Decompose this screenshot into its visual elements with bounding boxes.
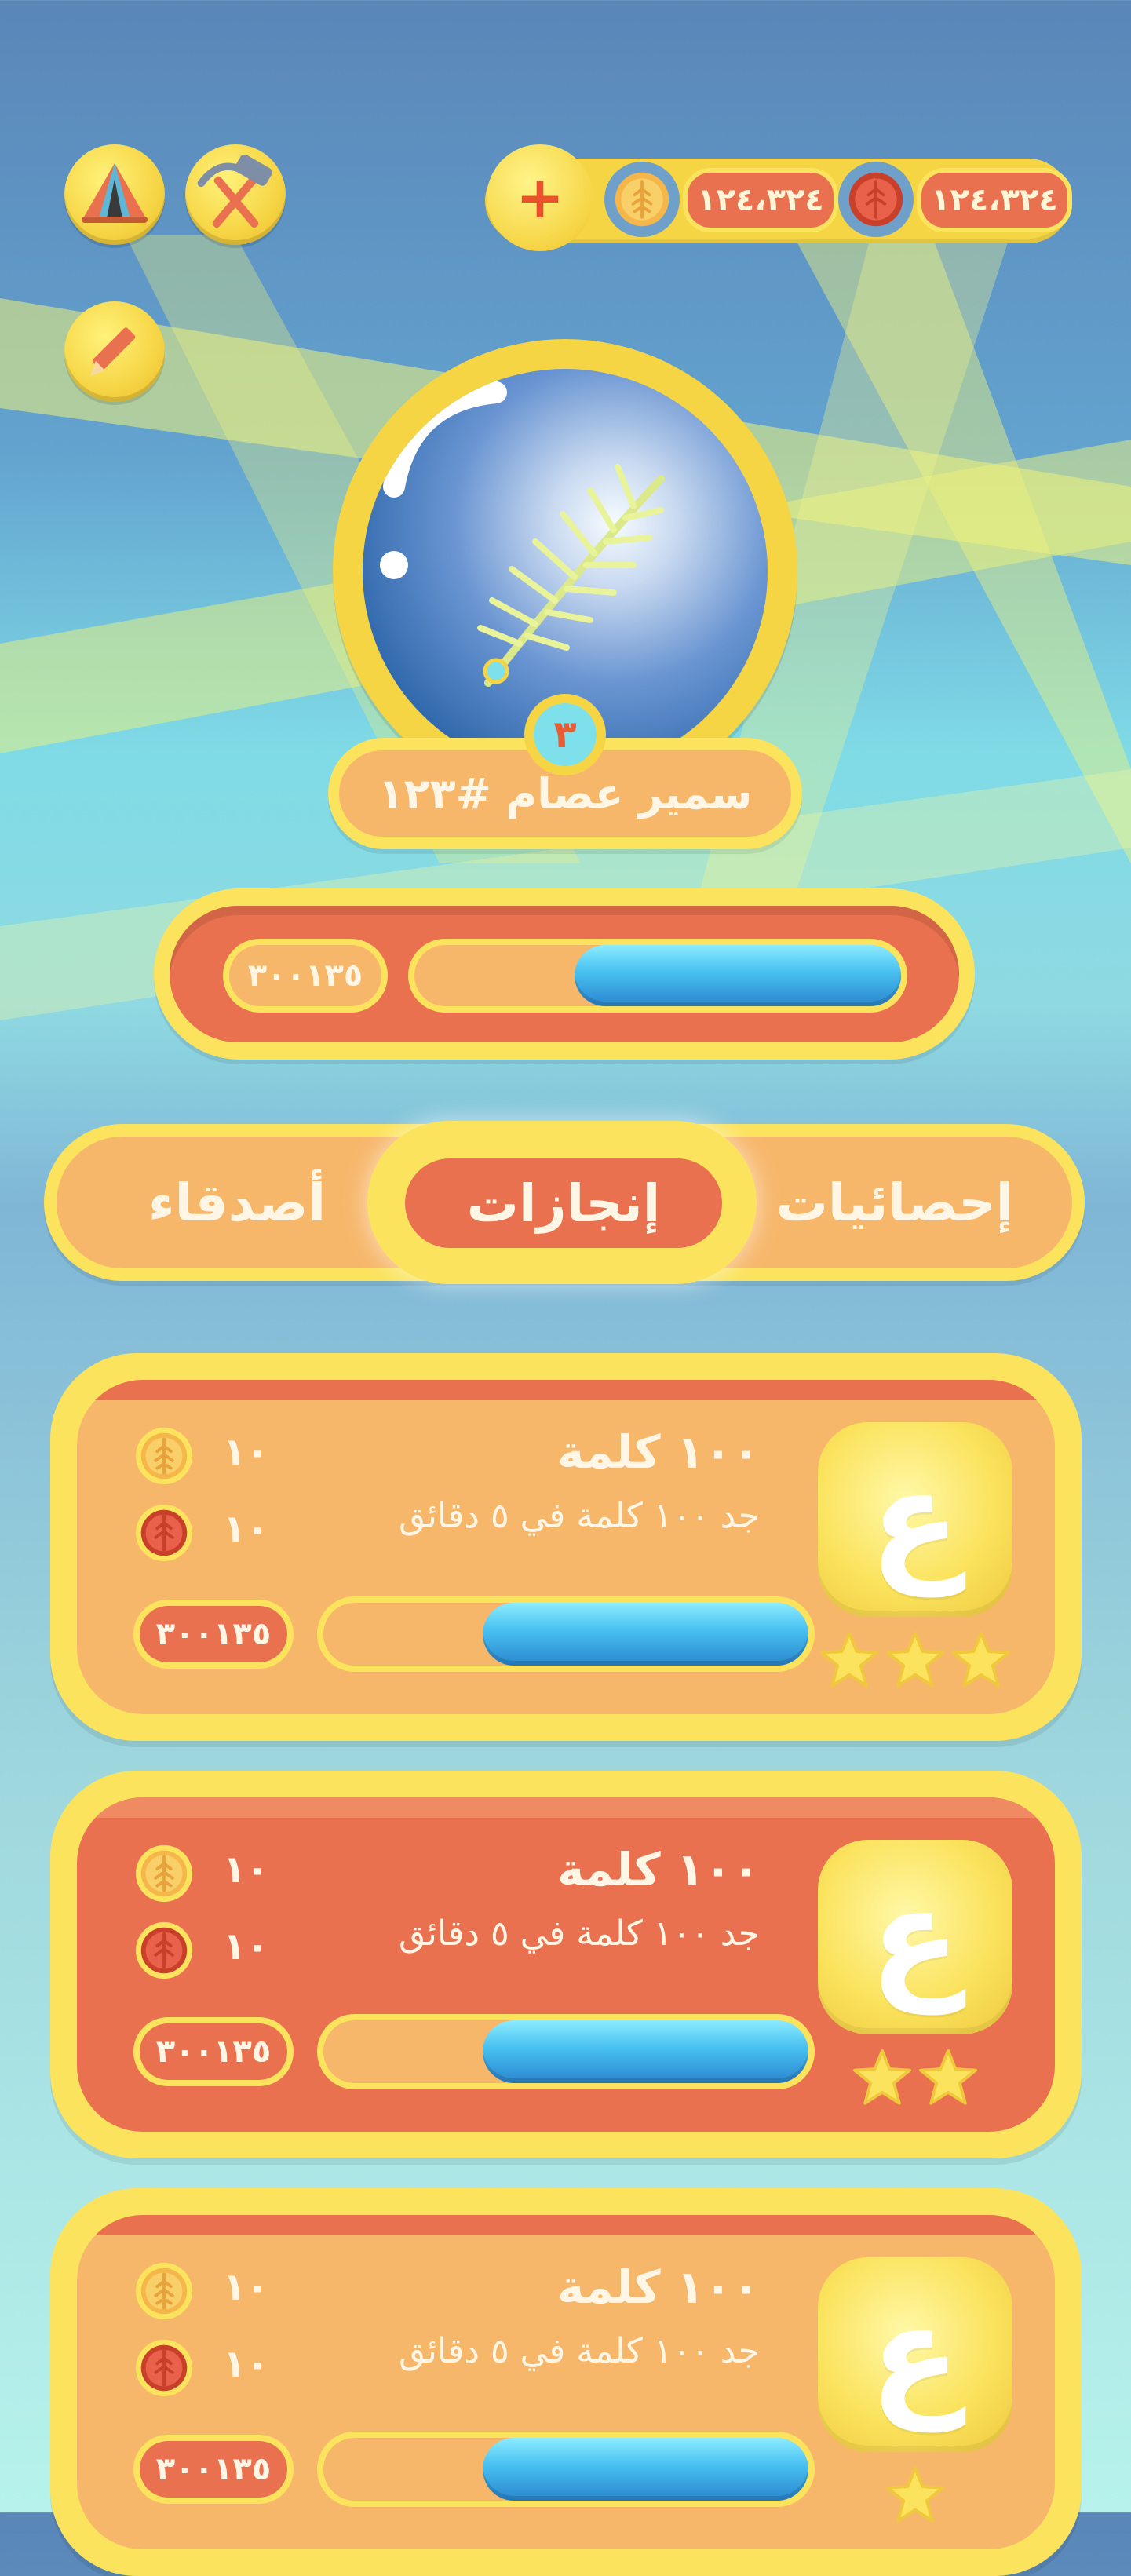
achievement-progress-fill: [482, 2020, 808, 2083]
plus-icon: +: [516, 164, 565, 232]
achievement-card-body: ١٠٠ كلمة جد ١٠٠ كلمة في ٥ دقائق ١٠ ١٠ ٣٠٠١٣٥…: [77, 1797, 1055, 2132]
tab-friends[interactable]: أصدقاء: [72, 1137, 402, 1268]
achievement-card[interactable]: ١٠٠ كلمة جد ١٠٠ كلمة في ٥ دقائق ١٠ ١٠ ٣٠٠١٣٥…: [50, 1353, 1082, 1741]
tools-button[interactable]: [185, 144, 286, 245]
achievement-letter-tile: ع: [818, 1422, 1012, 1617]
star-icon: [885, 2465, 946, 2529]
level-badge: ٣: [524, 694, 606, 775]
red-gem-icon: [838, 162, 914, 237]
achievement-description: جد ١٠٠ كلمة في ٥ دقائق: [398, 2331, 760, 2371]
star-icon: [950, 1629, 1012, 1694]
tab-achievements[interactable]: إنجازات: [405, 1158, 722, 1248]
achievement-count: ٣٠٠١٣٥: [140, 1606, 287, 1662]
xp-count-pill: ٣٠٠١٣٥: [223, 939, 388, 1013]
hammer-pickaxe-icon: [197, 154, 272, 228]
star-icon: [819, 1629, 880, 1694]
achievement-card[interactable]: ١٠٠ كلمة جد ١٠٠ كلمة في ٥ دقائق ١٠ ١٠ ٣٠٠١٣٥…: [50, 1771, 1082, 2158]
achievement-count-pill: ٣٠٠١٣٥: [133, 1600, 294, 1669]
achievement-description: جد ١٠٠ كلمة في ٥ دقائق: [398, 1496, 760, 1536]
star-icon: [918, 2047, 979, 2111]
reward-gems: ١٠: [223, 1507, 269, 1551]
tent-icon: [82, 163, 148, 223]
reward-coins: ١٠: [223, 2265, 269, 2309]
tab-statistics[interactable]: إحصائيات: [730, 1137, 1060, 1268]
achievement-progress-track: [317, 1596, 815, 1672]
gold-coin-count: ١٢٤،٣٢٤: [683, 168, 838, 232]
xp-progress-track: [408, 939, 907, 1013]
red-gem-icon: [133, 1502, 195, 1563]
achievement-title: ١٠٠ كلمة: [557, 1425, 760, 1479]
red-gem-icon: [133, 1920, 195, 1981]
achievement-letter-tile: ع: [818, 1840, 1012, 2034]
achievement-progress-track: [317, 2014, 815, 2089]
gold-coin-icon: [133, 1843, 195, 1904]
add-currency-button[interactable]: +: [487, 144, 593, 251]
xp-progress-fill: [574, 945, 901, 1006]
level-number: ٣: [534, 703, 597, 766]
achievement-stars: [818, 2047, 1012, 2111]
star-icon: [852, 2047, 913, 2111]
star-icon: [885, 1629, 946, 1694]
reward-gems: ١٠: [223, 1925, 269, 1968]
achievement-title: ١٠٠ كلمة: [557, 1843, 760, 1896]
achievement-count-pill: ٣٠٠١٣٥: [133, 2435, 294, 2504]
achievement-progress-fill: [482, 2438, 808, 2501]
gold-coin-icon: [604, 162, 680, 237]
reward-gems: ١٠: [223, 2342, 269, 2386]
achievement-count: ٣٠٠١٣٥: [140, 2441, 287, 2498]
achievement-count-pill: ٣٠٠١٣٥: [133, 2017, 294, 2086]
achievement-card-body: ١٠٠ كلمة جد ١٠٠ كلمة في ٥ دقائق ١٠ ١٠ ٣٠٠١٣٥…: [77, 2215, 1055, 2549]
achievement-progress-track: [317, 2432, 815, 2507]
achievement-letter-tile: ع: [818, 2257, 1012, 2452]
red-gem-count: ١٢٤،٣٢٤: [917, 168, 1072, 232]
gold-coin-icon: [133, 2260, 195, 2322]
achievement-title: ١٠٠ كلمة: [557, 2260, 760, 2314]
achievement-stars: [818, 1629, 1012, 1694]
edit-profile-button[interactable]: [64, 301, 165, 402]
achievement-card-body: ١٠٠ كلمة جد ١٠٠ كلمة في ٥ دقائق ١٠ ١٠ ٣٠٠١٣٥…: [77, 1380, 1055, 1714]
gold-coin-icon: [133, 1425, 195, 1487]
achievement-stars: [818, 2465, 1012, 2529]
achievement-description: جد ١٠٠ كلمة في ٥ دقائق: [398, 1914, 760, 1954]
pencil-icon: [90, 327, 136, 376]
achievement-card[interactable]: ١٠٠ كلمة جد ١٠٠ كلمة في ٥ دقائق ١٠ ١٠ ٣٠٠١٣٥…: [50, 2188, 1082, 2576]
camp-button[interactable]: [64, 144, 165, 245]
xp-count: ٣٠٠١٣٥: [229, 945, 381, 1006]
achievement-count: ٣٠٠١٣٥: [140, 2023, 287, 2080]
red-gem-icon: [133, 2337, 195, 2399]
achievement-progress-fill: [482, 1603, 808, 1666]
reward-coins: ١٠: [223, 1848, 269, 1892]
reward-coins: ١٠: [223, 1430, 269, 1474]
